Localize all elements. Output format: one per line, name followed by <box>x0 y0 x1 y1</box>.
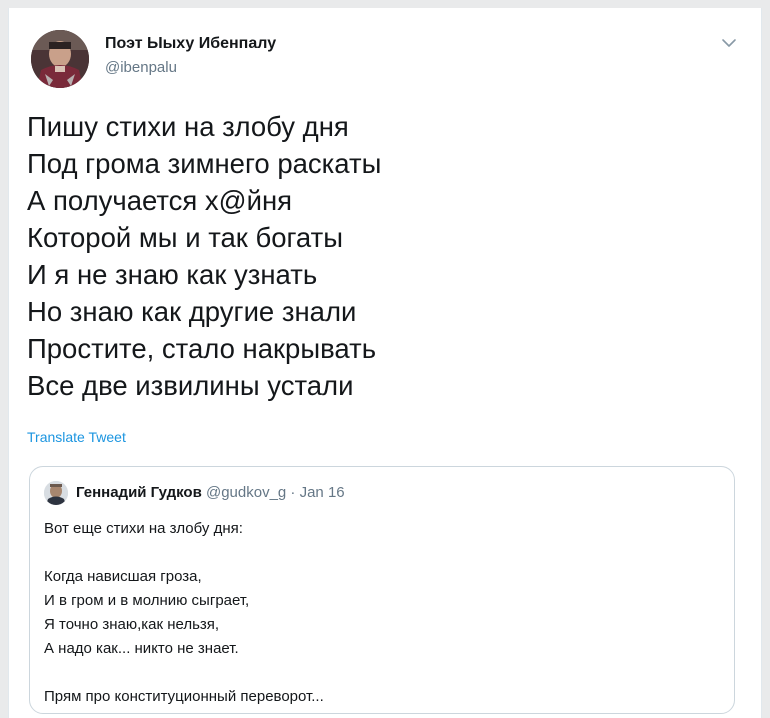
quoted-poem-line: Я точно знаю,как нельзя, <box>44 616 220 633</box>
quoted-poem-line: И в гром и в молнию сыграет, <box>44 592 250 609</box>
chevron-down-icon[interactable] <box>721 36 737 50</box>
quoted-closing: Прям про конституционный переворот... <box>44 688 324 705</box>
quoted-tweet[interactable]: Геннадий Гудков @gudkov_g · Jan 16 Вот е… <box>29 466 735 714</box>
author-name[interactable]: Поэт Ыыху Ибенпалу <box>105 35 276 53</box>
poem-line: И я не знаю как узнать <box>27 259 318 290</box>
author-handle[interactable]: @ibenpalu <box>105 59 177 76</box>
quoted-text: Вот еще стихи на злобу дня: Когда нависш… <box>44 517 724 709</box>
poem-line: Под грома зимнего раскаты <box>27 148 382 179</box>
quoted-poem-line: А надо как... никто не знает. <box>44 640 239 657</box>
poem-line: Но знаю как другие знали <box>27 296 357 327</box>
poem-line: Которой мы и так богаты <box>27 222 343 253</box>
translate-tweet-link[interactable]: Translate Tweet <box>27 429 126 445</box>
quoted-header: Геннадий Гудков @gudkov_g · Jan 16 <box>76 484 345 501</box>
quoted-avatar-image <box>44 481 68 505</box>
quoted-poem-line: Когда нависшая гроза, <box>44 568 202 585</box>
poem-line: Все две извилины устали <box>27 370 354 401</box>
quoted-date[interactable]: Jan 16 <box>300 484 345 501</box>
quoted-author-avatar[interactable] <box>44 481 68 505</box>
quoted-intro: Вот еще стихи на злобу дня: <box>44 520 243 537</box>
quoted-author-handle[interactable]: @gudkov_g <box>206 484 286 501</box>
poem-line: Простите, стало накрывать <box>27 333 377 364</box>
author-avatar-image <box>31 30 89 88</box>
poem-line: Пишу стихи на злобу дня <box>27 111 349 142</box>
poem-line: А получается х@йня <box>27 185 293 216</box>
quoted-author-name[interactable]: Геннадий Гудков <box>76 484 202 501</box>
tweet-card: Поэт Ыыху Ибенпалу @ibenpalu Пишу стихи … <box>8 8 762 718</box>
author-avatar[interactable] <box>31 30 89 88</box>
tweet-text: Пишу стихи на злобу дня Под грома зимнег… <box>27 108 727 404</box>
meta-separator: · <box>286 484 300 501</box>
